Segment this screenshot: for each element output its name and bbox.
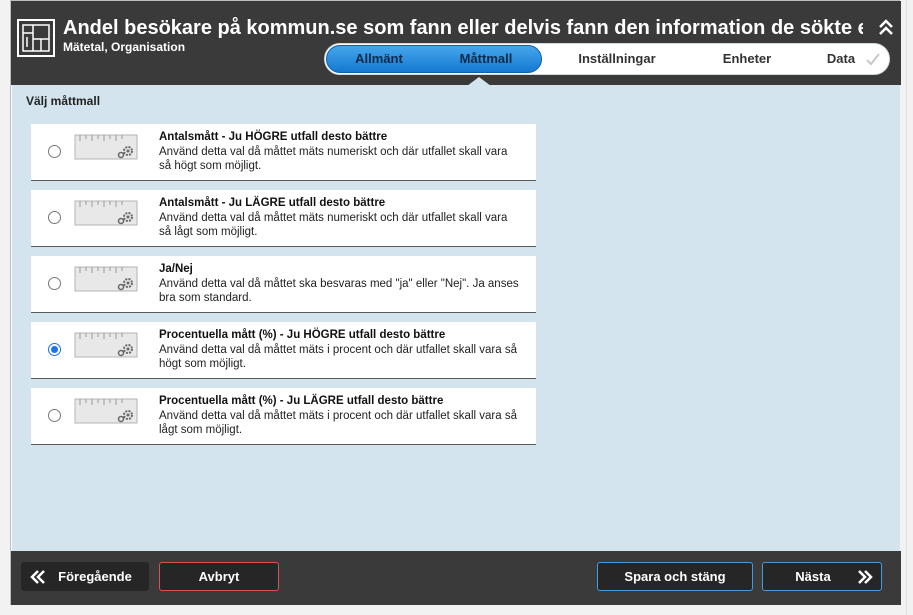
ruler-gear-icon <box>74 332 138 358</box>
option-count-higher[interactable]: Antalsmått - Ju HÖGRE utfall desto bättr… <box>31 124 536 181</box>
next-button[interactable]: Nästa <box>762 562 882 591</box>
next-button-label: Nästa <box>795 569 831 584</box>
content-panel: Välj måttmall Antalsmått - Ju HÖGRE utfa… <box>12 85 900 551</box>
dialog-subtitle: Mätetal, Organisation <box>63 40 186 54</box>
ruler-gear-icon <box>74 398 138 424</box>
tab-allmant[interactable]: Allmänt <box>327 44 431 74</box>
tab-installningar[interactable]: Inställningar <box>557 44 677 74</box>
cancel-button[interactable]: Avbryt <box>159 562 279 591</box>
double-chevron-right-icon <box>858 570 873 584</box>
option-yes-no[interactable]: Ja/Nej Använd detta val då måttet ska be… <box>31 256 536 313</box>
save-and-close-button[interactable]: Spara och stäng <box>597 562 753 591</box>
previous-button-label: Föregående <box>58 569 132 584</box>
tab-mattmall[interactable]: Måttmall <box>431 44 541 74</box>
wizard-tabbar: Allmänt Måttmall Inställningar Enheter D… <box>324 43 890 75</box>
option-title: Antalsmått - Ju LÄGRE utfall desto bättr… <box>159 197 386 209</box>
option-title: Procentuella mått (%) - Ju LÄGRE utfall … <box>159 395 444 407</box>
double-chevron-left-icon <box>30 570 45 584</box>
radio-count-lower[interactable] <box>48 211 61 224</box>
double-chevron-up-icon[interactable] <box>877 18 895 36</box>
dialog-footer: Föregående Avbryt Spara och stäng Nästa <box>11 551 901 605</box>
ruler-gear-icon <box>74 200 138 226</box>
checkmark-icon <box>866 53 880 66</box>
option-title: Ja/Nej <box>159 263 193 275</box>
option-description: Använd detta val då måttet mäts i procen… <box>159 344 517 370</box>
radio-count-higher[interactable] <box>48 145 61 158</box>
radio-percent-lower[interactable] <box>48 409 61 422</box>
option-percent-lower[interactable]: Procentuella mått (%) - Ju LÄGRE utfall … <box>31 388 536 445</box>
option-description: Använd detta val då måttet mäts numerisk… <box>159 146 508 172</box>
background-divider <box>906 0 907 615</box>
measure-wizard-dialog: Andel besökare på kommun.se som fann ell… <box>10 0 901 605</box>
option-description: Använd detta val då måttet ska besvaras … <box>159 278 519 304</box>
radio-percent-higher[interactable] <box>48 343 61 356</box>
option-title: Procentuella mått (%) - Ju HÖGRE utfall … <box>159 329 446 341</box>
option-description: Använd detta val då måttet mäts numerisk… <box>159 212 508 238</box>
section-label: Välj måttmall <box>26 94 101 108</box>
option-title: Antalsmått - Ju HÖGRE utfall desto bättr… <box>159 131 388 143</box>
dialog-title: Andel besökare på kommun.se som fann ell… <box>63 17 863 39</box>
dialog-header: Andel besökare på kommun.se som fann ell… <box>11 1 901 85</box>
option-count-lower[interactable]: Antalsmått - Ju LÄGRE utfall desto bättr… <box>31 190 536 247</box>
previous-button[interactable]: Föregående <box>21 562 149 591</box>
tab-enheter[interactable]: Enheter <box>697 44 797 74</box>
option-description: Använd detta val då måttet mäts i procen… <box>159 410 517 436</box>
option-percent-higher[interactable]: Procentuella mått (%) - Ju HÖGRE utfall … <box>31 322 536 379</box>
ruler-gear-icon <box>74 266 138 292</box>
radio-yes-no[interactable] <box>48 277 61 290</box>
measure-table-icon <box>17 19 55 57</box>
ruler-gear-icon <box>74 134 138 160</box>
